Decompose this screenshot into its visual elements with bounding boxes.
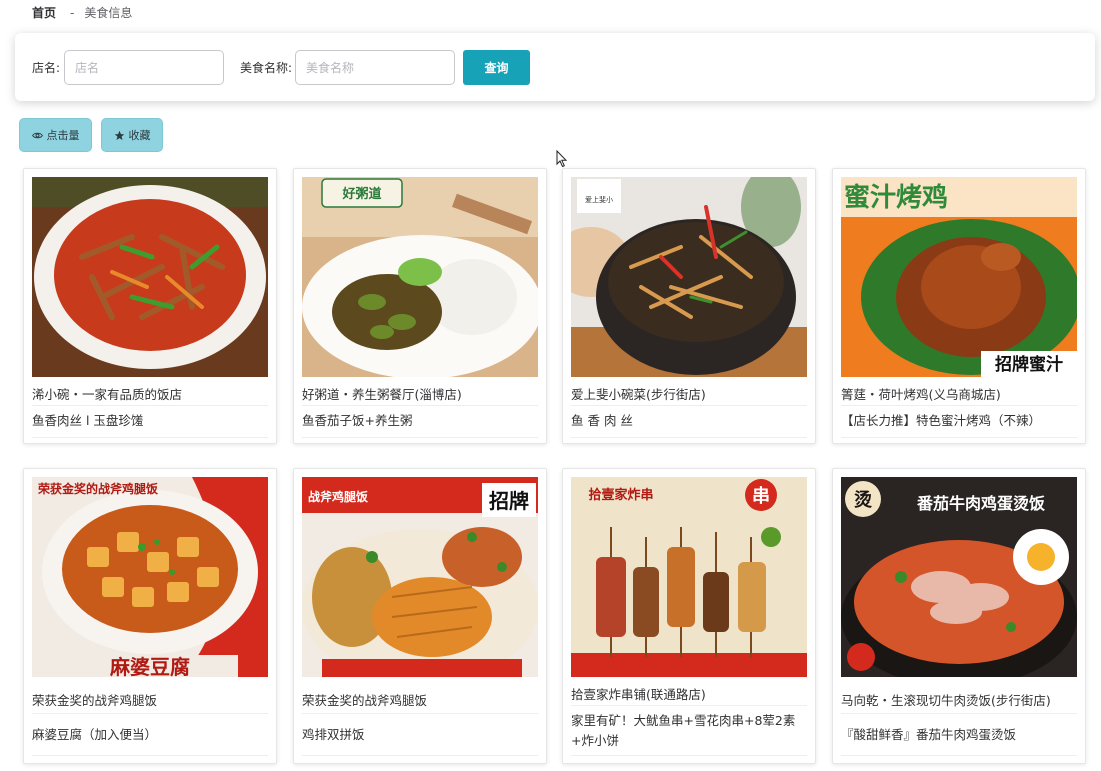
food-image[interactable]: 荣获金奖的战斧鸡腿饭 麻婆豆腐 xyxy=(32,477,268,677)
shop-name: 拾壹家炸串铺(联通路店) xyxy=(571,687,706,702)
sort-by-favorites-label: 收藏 xyxy=(128,129,151,142)
divider xyxy=(841,755,1077,756)
food-image[interactable]: 蜜汁烤鸡 招牌蜜汁 xyxy=(841,177,1077,377)
image-tag: 麻婆豆腐 xyxy=(109,655,190,677)
dish-name: 鱼香茄子饭+养生粥 xyxy=(302,413,413,428)
dish-name-input[interactable] xyxy=(295,50,455,85)
image-banner: 番茄牛肉鸡蛋烫饭 xyxy=(916,494,1045,513)
divider xyxy=(302,437,538,438)
divider xyxy=(841,713,1077,714)
image-tag: 串 xyxy=(752,486,770,507)
sort-by-favorites-button[interactable]: 收藏 xyxy=(101,118,163,152)
dish-name: 鱼香肉丝 l 玉盘珍馐 xyxy=(32,413,144,428)
divider xyxy=(841,405,1077,406)
food-image[interactable]: 好粥道 xyxy=(302,177,538,377)
divider xyxy=(571,405,807,406)
shop-name: 浠小碗・一家有品质的饭店 xyxy=(32,387,183,402)
dish-name-label: 美食名称: xyxy=(240,61,293,75)
image-tag: 招牌 xyxy=(489,489,529,513)
breadcrumb-home[interactable]: 首页 xyxy=(32,4,56,21)
shop-name: 好粥道・养生粥餐厅(淄博店) xyxy=(302,387,462,402)
food-image[interactable]: 番茄牛肉鸡蛋烫饭 烫 xyxy=(841,477,1077,677)
divider xyxy=(302,713,538,714)
food-card[interactable]: 荣获金奖的战斧鸡腿饭 麻婆豆腐 荣获金奖的战斧鸡腿饭 麻婆豆腐（加入便当） xyxy=(23,468,277,764)
image-banner: 拾壹家炸串 xyxy=(588,487,653,503)
breadcrumb: 首页 - 美食信息 xyxy=(32,4,132,21)
divider xyxy=(32,405,268,406)
divider xyxy=(571,705,807,706)
shop-name: 荣获金奖的战斧鸡腿饭 xyxy=(32,693,158,708)
star-icon xyxy=(114,130,124,140)
shop-name: 箐莛・荷叶烤鸡(义乌商城店) xyxy=(841,387,1001,402)
image-banner: 荣获金奖的战斧鸡腿饭 xyxy=(37,481,158,496)
food-card[interactable]: 爱上斐小 爱上斐小碗菜(步行街店) 鱼 香 肉 丝 xyxy=(562,168,816,444)
dish-name: 『酸甜鲜香』番茄牛肉鸡蛋烫饭 xyxy=(841,727,1017,742)
dish-name: 【店长力推】特色蜜汁烤鸡（不辣） xyxy=(841,413,1042,428)
divider xyxy=(32,713,268,714)
image-banner: 蜜汁烤鸡 xyxy=(844,182,948,213)
sort-by-clicks-button[interactable]: 点击量 xyxy=(19,118,92,152)
food-card[interactable]: 战斧鸡腿饭 招牌 荣获金奖的战斧鸡腿饭 鸡排双拼饭 xyxy=(293,468,547,764)
shop-name: 荣获金奖的战斧鸡腿饭 xyxy=(302,693,428,708)
food-image[interactable]: 战斧鸡腿饭 招牌 xyxy=(302,477,538,677)
food-card[interactable]: 拾壹家炸串 串 拾壹家炸串铺(联通路店) 家里有矿！大鱿鱼串+雪花肉串+8荤2素… xyxy=(562,468,816,764)
shop-name-label: 店名: xyxy=(32,61,61,75)
divider xyxy=(32,437,268,438)
food-card[interactable]: 好粥道 好粥道・养生粥餐厅(淄博店) 鱼香茄子饭+养生粥 xyxy=(293,168,547,444)
divider xyxy=(571,755,807,756)
image-tag: 招牌蜜汁 xyxy=(995,354,1063,375)
food-image[interactable]: 爱上斐小 xyxy=(571,177,807,377)
food-card[interactable]: 番茄牛肉鸡蛋烫饭 烫 马向乾・生滚现切牛肉烫饭(步行街店) 『酸甜鲜香』番茄牛肉… xyxy=(832,468,1086,764)
dish-name: 麻婆豆腐（加入便当） xyxy=(32,727,158,742)
dish-name: 鸡排双拼饭 xyxy=(302,727,365,742)
dish-name: 鱼 香 肉 丝 xyxy=(571,413,633,428)
shop-name-input[interactable] xyxy=(64,50,224,85)
shop-name: 爱上斐小碗菜(步行街店) xyxy=(571,387,706,402)
eye-icon xyxy=(31,132,43,138)
breadcrumb-separator: - xyxy=(70,5,75,20)
dish-name: 家里有矿！大鱿鱼串+雪花肉串+8荤2素+炸小饼 xyxy=(571,713,796,748)
image-tag: 烫 xyxy=(854,490,873,511)
shop-name: 马向乾・生滚现切牛肉烫饭(步行街店) xyxy=(841,693,1051,708)
search-form: 店名: 美食名称: 查询 xyxy=(15,33,1095,101)
image-banner: 战斧鸡腿饭 xyxy=(308,489,368,504)
brand-badge: 爱上斐小 xyxy=(585,195,613,204)
food-card[interactable]: 浠小碗・一家有品质的饭店 鱼香肉丝 l 玉盘珍馐 xyxy=(23,168,277,444)
query-button[interactable]: 查询 xyxy=(463,50,530,85)
divider xyxy=(32,755,268,756)
brand-badge: 好粥道 xyxy=(341,186,381,202)
food-image[interactable] xyxy=(32,177,268,377)
food-card[interactable]: 蜜汁烤鸡 招牌蜜汁 箐莛・荷叶烤鸡(义乌商城店) 【店长力推】特色蜜汁烤鸡（不辣… xyxy=(832,168,1086,444)
divider xyxy=(302,755,538,756)
divider xyxy=(302,405,538,406)
breadcrumb-current: 美食信息 xyxy=(84,6,133,20)
food-image[interactable]: 拾壹家炸串 串 xyxy=(571,477,807,677)
divider xyxy=(841,437,1077,438)
sort-by-clicks-label: 点击量 xyxy=(46,129,80,142)
mouse-cursor-icon xyxy=(556,150,568,168)
divider xyxy=(571,437,807,438)
